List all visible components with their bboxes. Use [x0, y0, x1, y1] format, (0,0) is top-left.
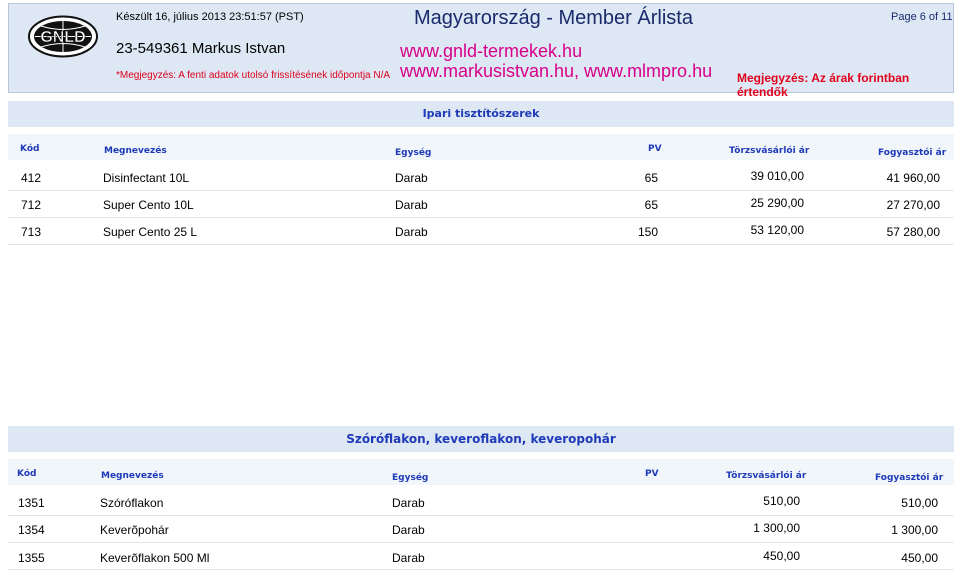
cell-kod: 713	[21, 225, 42, 239]
gnld-logo: GNLD	[28, 15, 98, 58]
cell-torzsvasarloi-ar: 450,00	[763, 549, 800, 563]
row-divider	[8, 569, 954, 570]
row-divider	[8, 515, 954, 516]
cell-kod: 1354	[18, 523, 45, 537]
cell-torzsvasarloi-ar: 39 010,00	[750, 169, 804, 183]
website-links-personal[interactable]: www.markusistvan.hu, www.mlmpro.hu	[400, 61, 712, 82]
cell-kod: 1355	[18, 551, 45, 565]
cell-kod: 412	[21, 171, 42, 185]
svg-text:GNLD: GNLD	[40, 29, 85, 46]
cell-egyseg: Darab	[392, 496, 425, 510]
col-header-egyseg: Egység	[395, 148, 432, 158]
cell-megnevezes: Keverõflakon 500 Ml	[100, 551, 210, 565]
cell-megnevezes: Keverõpohár	[100, 523, 169, 537]
cell-megnevezes: Super Cento 10L	[103, 198, 194, 212]
cell-megnevezes: Szóróflakon	[100, 496, 164, 510]
cell-torzsvasarloi-ar: 53 120,00	[750, 223, 804, 237]
col-header-fogyasztoi-ar: Fogyasztói ár	[878, 148, 947, 158]
col-header-pv: PV	[645, 469, 659, 479]
cell-pv: 65	[644, 198, 658, 212]
row-divider	[8, 244, 954, 245]
col-header-egyseg: Egység	[392, 473, 429, 483]
cell-torzsvasarloi-ar: 510,00	[763, 494, 800, 508]
row-divider	[8, 217, 954, 218]
col-header-torzsvasarloi-ar: Törzsvásárlói ár	[729, 146, 810, 156]
section-title: Ipari tisztítószerek	[8, 101, 954, 127]
cell-fogyasztoi-ar: 57 280,00	[886, 225, 940, 239]
website-link-gnld[interactable]: www.gnld-termekek.hu	[400, 41, 582, 62]
generated-date: Készült 16, július 2013 23:51:57 (PST)	[116, 11, 304, 23]
cell-egyseg: Darab	[392, 523, 425, 537]
cell-kod: 712	[21, 198, 42, 212]
col-header-fogyasztoi-ar: Fogyasztói ár	[875, 473, 944, 483]
cell-fogyasztoi-ar: 510,00	[901, 496, 938, 510]
cell-torzsvasarloi-ar: 25 290,00	[750, 196, 804, 210]
row-divider	[8, 190, 954, 191]
member-id-name: 23-549361 Markus Istvan	[116, 40, 286, 57]
col-header-kod: Kód	[17, 469, 37, 479]
cell-fogyasztoi-ar: 450,00	[901, 551, 938, 565]
page-title: Magyarország - Member Árlista	[414, 7, 693, 29]
cell-pv: 150	[637, 225, 658, 239]
cell-egyseg: Darab	[395, 198, 428, 212]
col-header-kod: Kód	[20, 144, 40, 154]
cell-egyseg: Darab	[395, 171, 428, 185]
cell-torzsvasarloi-ar: 1 300,00	[753, 521, 800, 535]
section-title: Szóróflakon, keveroflakon, keveropohár	[8, 426, 954, 452]
currency-note: Megjegyzés: Az árak forintban értendők	[737, 71, 910, 99]
cell-kod: 1351	[18, 496, 45, 510]
page-number: Page 6 of 11	[891, 11, 953, 23]
col-header-pv: PV	[648, 144, 662, 154]
cell-pv: 65	[644, 171, 658, 185]
cell-megnevezes: Super Cento 25 L	[103, 225, 198, 239]
cell-egyseg: Darab	[392, 551, 425, 565]
cell-fogyasztoi-ar: 41 960,00	[886, 171, 940, 185]
cell-egyseg: Darab	[395, 225, 428, 239]
col-header-megnevezes: Megnevezés	[104, 146, 167, 156]
data-update-note: *Megjegyzés: A fenti adatok utolsó friss…	[116, 70, 391, 81]
report-header: GNLD Készült 16, július 2013 23:51:57 (P…	[8, 3, 954, 99]
cell-fogyasztoi-ar: 1 300,00	[891, 523, 938, 537]
col-header-megnevezes: Megnevezés	[101, 471, 164, 481]
col-header-torzsvasarloi-ar: Törzsvásárlói ár	[726, 471, 807, 481]
cell-megnevezes: Disinfectant 10L	[103, 171, 190, 185]
row-divider	[8, 542, 954, 543]
cell-fogyasztoi-ar: 27 270,00	[886, 198, 940, 212]
